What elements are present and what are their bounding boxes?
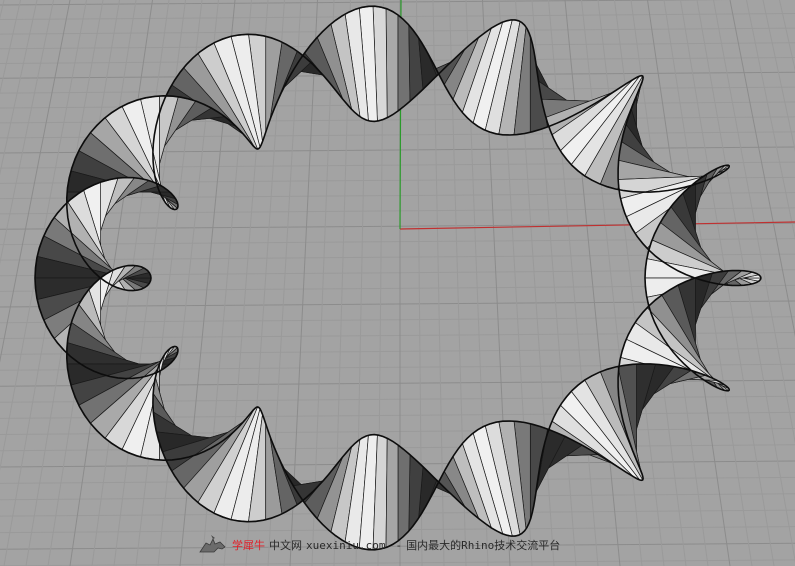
watermark-separator: - — [395, 538, 403, 552]
watermark-url: xuexiniu.com — [306, 538, 386, 552]
grid-line — [0, 0, 21, 95]
watermark-slogan: 国内最大的Rhino技术交流平台 — [406, 539, 561, 552]
watermark: 学犀牛 中文网 xuexiniu.com - 国内最大的Rhino技术交流平台 — [198, 534, 560, 556]
grid-line — [762, 0, 795, 153]
rhino-logo-icon — [199, 535, 226, 553]
viewport-scene — [0, 0, 795, 566]
grid-line — [0, 559, 795, 566]
ring-surface-patch — [408, 453, 424, 533]
perspective-viewport[interactable]: 学犀牛 中文网 xuexiniu.com - 国内最大的Rhino技术交流平台 — [0, 0, 795, 566]
ring-surface-patch — [397, 14, 411, 112]
watermark-brand: 学犀牛 — [232, 539, 265, 552]
ring-surface-patch — [397, 444, 411, 542]
ring-surface-patch — [385, 437, 399, 549]
ring-surface-patch — [385, 7, 399, 119]
watermark-site-label: 中文网 — [269, 539, 302, 552]
grid-line — [779, 0, 795, 72]
